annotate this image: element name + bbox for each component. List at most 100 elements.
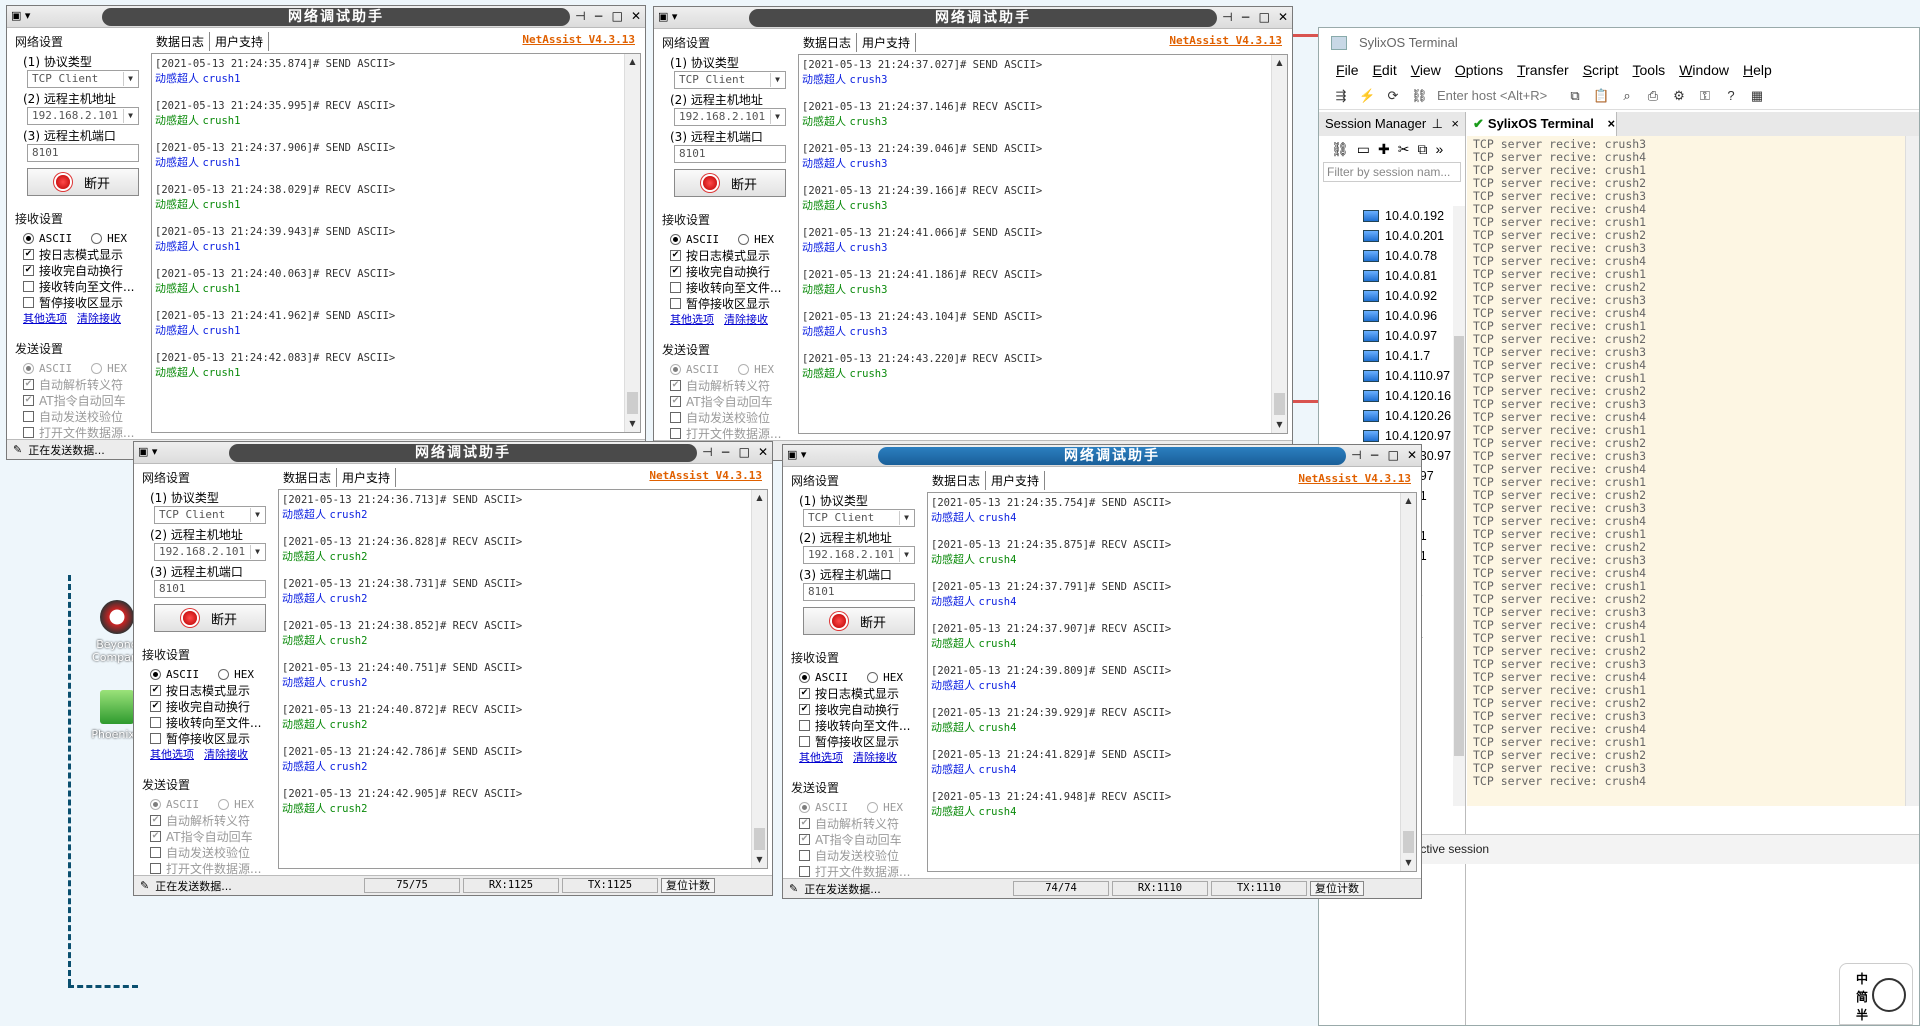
checkbox[interactable] (799, 865, 810, 877)
reset-count-button[interactable]: 复位计数 (1310, 881, 1364, 896)
close-icon[interactable]: ✕ (1407, 448, 1417, 462)
port-input[interactable]: 8101 (27, 144, 139, 162)
hex-radio[interactable] (738, 363, 750, 375)
checkbox[interactable] (150, 732, 161, 744)
checkbox[interactable] (23, 410, 34, 422)
host-select[interactable]: 192.168.2.101 ▼ (674, 108, 786, 126)
log-scrollbar[interactable]: ▲ ▼ (1400, 493, 1416, 871)
auto-newline-option[interactable]: ✔ 接收完自动换行 (799, 701, 921, 717)
tab-data-log[interactable]: 数据日志 (278, 468, 338, 487)
minimize-icon[interactable]: − (594, 9, 604, 23)
pause-display-option[interactable]: 暂停接收区显示 (670, 295, 792, 311)
escape-option[interactable]: ✔ 自动解析转义符 (799, 815, 921, 831)
chevron-down-icon[interactable]: ▼ (770, 73, 784, 87)
auto-newline-option[interactable]: ✔ 接收完自动换行 (150, 698, 272, 714)
system-menu-icon[interactable]: ▣ ▾ (138, 445, 168, 461)
add-icon[interactable]: ✚ (1378, 141, 1390, 158)
close-icon[interactable]: ✕ (758, 445, 768, 459)
at-return-option[interactable]: ✔ AT指令自动回车 (799, 831, 921, 847)
hex-radio[interactable] (218, 668, 230, 680)
paste-icon[interactable]: 📋 (1593, 88, 1609, 104)
more-options-link[interactable]: 其他选项 (150, 746, 194, 762)
tab-user-support[interactable]: 用户支持 (857, 33, 917, 52)
auto-newline-option[interactable]: ✔ 接收完自动换行 (23, 262, 145, 278)
system-menu-icon[interactable]: ▣ ▾ (11, 9, 41, 25)
tab-data-log[interactable]: 数据日志 (798, 33, 858, 52)
scroll-thumb[interactable] (754, 828, 765, 850)
reconnect-icon[interactable]: ⟳ (1385, 88, 1401, 104)
checkbox-checked[interactable]: ✔ (150, 830, 161, 842)
session-item[interactable]: 10.4.0.201 (1319, 226, 1465, 246)
ascii-radio[interactable] (150, 798, 161, 810)
scroll-thumb[interactable] (1403, 831, 1414, 853)
checkbox[interactable] (799, 719, 810, 731)
session-item[interactable]: 10.4.110.97 (1319, 366, 1465, 386)
ascii-radio[interactable] (150, 668, 161, 680)
window-title-bar[interactable]: ▣ ▾ 网络调试助手 ⊣ − □ ✕ (134, 442, 772, 464)
ascii-radio[interactable] (23, 362, 34, 374)
checkbox-checked[interactable]: ✔ (670, 379, 681, 391)
checkbox-checked[interactable]: ✔ (150, 814, 161, 826)
session-item[interactable]: 10.4.0.81 (1319, 266, 1465, 286)
reset-count-button[interactable]: 复位计数 (661, 878, 715, 893)
hex-radio[interactable] (91, 362, 103, 374)
session-item[interactable]: 10.4.0.92 (1319, 286, 1465, 306)
escape-option[interactable]: ✔ 自动解析转义符 (670, 377, 792, 393)
window-title-bar[interactable]: ▣ ▾ 网络调试助手 ⊣ − □ ✕ (654, 7, 1292, 29)
checkbox-checked[interactable]: ✔ (799, 703, 810, 715)
system-menu-icon[interactable]: ▣ ▾ (658, 10, 688, 26)
port-input[interactable]: 8101 (674, 145, 786, 163)
session-item[interactable]: 10.4.0.97 (1319, 326, 1465, 346)
maximize-icon[interactable]: □ (739, 445, 750, 459)
scroll-thumb[interactable] (1274, 393, 1285, 415)
chevron-down-icon[interactable]: ▼ (123, 109, 137, 123)
minimize-icon[interactable]: − (1370, 448, 1380, 462)
protocol-select[interactable]: TCP Client ▼ (27, 70, 139, 88)
tab-sylixos-terminal[interactable]: ✔ SylixOS Terminal × (1467, 112, 1617, 136)
checkbox-checked[interactable]: ✔ (799, 817, 810, 829)
scroll-up-icon[interactable]: ▲ (1401, 493, 1416, 509)
tab-user-support[interactable]: 用户支持 (986, 471, 1046, 490)
checkbox[interactable] (23, 426, 34, 438)
receive-log[interactable]: [2021-05-13 21:24:36.713]# SEND ASCII> 动… (278, 489, 768, 869)
more-options-link[interactable]: 其他选项 (23, 310, 67, 326)
enter-host-field[interactable]: Enter host <Alt+R> (1437, 88, 1557, 103)
recv-to-file-option[interactable]: 接收转向至文件... (670, 279, 792, 295)
chevron-down-icon[interactable]: ▼ (123, 72, 137, 86)
scroll-down-icon[interactable]: ▼ (625, 416, 640, 432)
checkbox[interactable] (799, 735, 810, 747)
more-options-link[interactable]: 其他选项 (799, 749, 843, 765)
clear-receive-link[interactable]: 清除接收 (724, 311, 768, 327)
host-select[interactable]: 192.168.2.101 ▼ (27, 107, 139, 125)
file-source-option[interactable]: 打开文件数据源... (799, 863, 921, 879)
close-icon[interactable]: ✕ (631, 9, 641, 23)
checkbox-checked[interactable]: ✔ (670, 249, 681, 261)
session-item[interactable]: 10.4.0.96 (1319, 306, 1465, 326)
chevron-down-icon[interactable]: ▼ (899, 511, 913, 525)
system-menu-icon[interactable]: ▣ ▾ (787, 448, 817, 464)
disconnect-button[interactable]: 断开 (674, 169, 786, 197)
menu-item-view[interactable]: View (1411, 62, 1441, 78)
ascii-radio[interactable] (23, 232, 34, 244)
auto-newline-option[interactable]: ✔ 接收完自动换行 (670, 263, 792, 279)
menu-item-help[interactable]: Help (1743, 62, 1772, 78)
session-item[interactable]: 10.4.120.97 (1319, 426, 1465, 446)
minimize-icon[interactable]: − (1241, 10, 1251, 24)
copy-icon[interactable]: ⧉ (1567, 88, 1583, 104)
session-item[interactable]: 10.4.0.78 (1319, 246, 1465, 266)
checkbox[interactable] (150, 716, 161, 728)
checksum-option[interactable]: 自动发送校验位 (670, 409, 792, 425)
find-icon[interactable]: ⌕ (1619, 88, 1635, 104)
checkbox-checked[interactable]: ✔ (799, 687, 810, 699)
host-select[interactable]: 192.168.2.101 ▼ (154, 543, 266, 561)
chevron-down-icon[interactable]: ▼ (899, 548, 913, 562)
maximize-icon[interactable]: □ (1259, 10, 1270, 24)
brand-link[interactable]: NetAssist V4.3.13 (1169, 34, 1282, 47)
file-source-option[interactable]: 打开文件数据源... (150, 860, 272, 876)
clear-receive-link[interactable]: 清除接收 (853, 749, 897, 765)
close-icon[interactable]: × (1608, 116, 1616, 131)
gear-icon[interactable]: ⚙ (1671, 88, 1687, 104)
pause-display-option[interactable]: 暂停接收区显示 (799, 733, 921, 749)
disconnect-button[interactable]: 断开 (803, 607, 915, 635)
checkbox[interactable] (150, 846, 161, 858)
